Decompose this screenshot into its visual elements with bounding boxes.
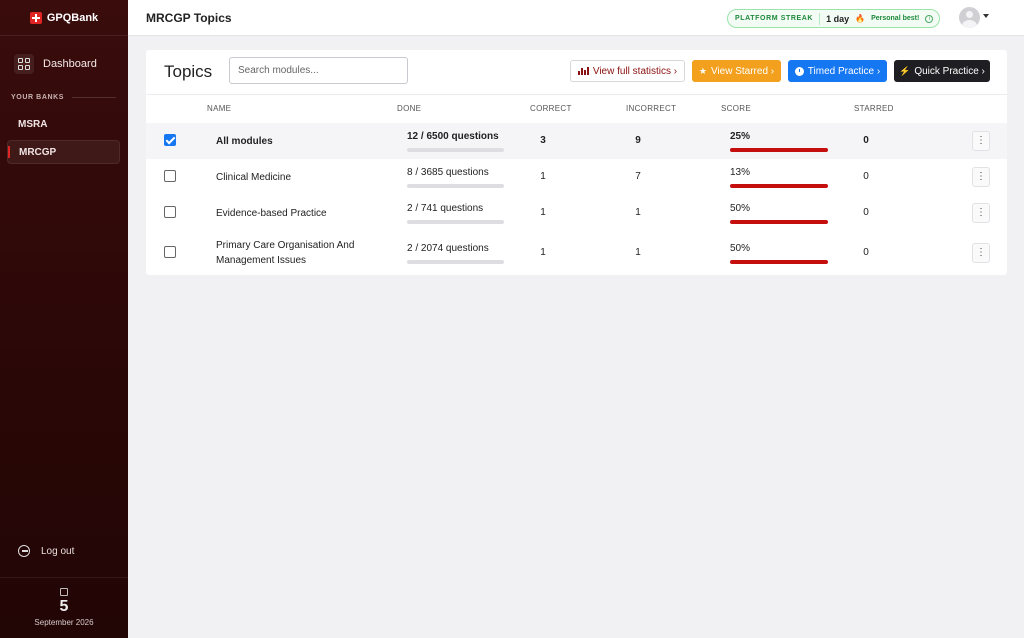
kebab-icon[interactable]: ⋮: [972, 243, 990, 263]
date-day: 5: [59, 598, 69, 615]
row-starred: 0: [863, 247, 869, 258]
row-incorrect: 1: [635, 247, 641, 258]
timed-practice-button[interactable]: Timed Practice ›: [788, 60, 887, 82]
kebab-icon[interactable]: ⋮: [972, 203, 990, 223]
column-header-correct[interactable]: CORRECT: [530, 104, 572, 113]
row-score: 50%: [730, 203, 751, 214]
row-name[interactable]: Evidence-based Practice: [216, 206, 371, 221]
column-header-name[interactable]: NAME: [207, 104, 231, 113]
star-icon: ★: [698, 65, 707, 76]
row-correct: 1: [540, 207, 546, 218]
brand[interactable]: GPQBank: [0, 0, 128, 36]
score-bar: [730, 260, 828, 264]
row-name[interactable]: Primary Care Organisation And Management…: [216, 238, 371, 268]
logout-icon: [18, 545, 30, 557]
timed-practice-label: Timed Practice ›: [807, 65, 881, 77]
topics-card: Topics View full statistics › ★ View Sta…: [146, 50, 1007, 275]
row-starred: 0: [863, 207, 869, 218]
row-score: 13%: [730, 167, 751, 178]
info-icon[interactable]: i: [925, 14, 934, 23]
logout-button[interactable]: Log out: [18, 545, 74, 557]
date-month-year: September 2026: [34, 618, 94, 627]
clock-icon: [794, 66, 804, 76]
row-starred: 0: [863, 171, 869, 182]
score-bar: [730, 148, 828, 152]
brand-logo-icon: [29, 11, 42, 24]
row-done: 8 / 3685 questions: [407, 167, 489, 178]
row-score: 50%: [730, 243, 751, 254]
sidebar-item-label: MRCGP: [19, 146, 57, 158]
row-name[interactable]: Clinical Medicine: [216, 170, 371, 185]
table-header: NAME DONE CORRECT INCORRECT SCORE STARRE…: [146, 94, 1007, 123]
topbar: MRCGP Topics PLATFORM STREAK 1 day 🔥 Per…: [128, 0, 1024, 36]
table-row[interactable]: Primary Care Organisation And Management…: [146, 231, 1007, 275]
row-score: 25%: [730, 131, 751, 142]
sidebar: GPQBank Dashboard YOUR BANKS MSRA MRCGP …: [0, 0, 128, 638]
score-bar: [730, 184, 828, 188]
row-checkbox[interactable]: [164, 170, 176, 182]
row-checkbox[interactable]: [164, 134, 176, 146]
row-starred: 0: [863, 135, 869, 146]
column-header-score[interactable]: SCORE: [721, 104, 751, 113]
table-row[interactable]: All modules 12 / 6500 questions 3 9 25% …: [146, 123, 1007, 159]
search-input[interactable]: [229, 57, 408, 84]
kebab-icon[interactable]: ⋮: [972, 131, 990, 151]
view-statistics-button[interactable]: View full statistics ›: [570, 60, 685, 82]
view-starred-label: View Starred ›: [710, 65, 775, 77]
chevron-down-icon[interactable]: [983, 14, 989, 18]
calendar-icon: [60, 588, 68, 596]
logout-label: Log out: [41, 545, 75, 557]
sidebar-item-mrcgp[interactable]: MRCGP: [7, 140, 120, 164]
row-done: 12 / 6500 questions: [407, 131, 499, 142]
avatar[interactable]: [959, 7, 980, 28]
row-correct: 3: [540, 135, 546, 146]
view-starred-button[interactable]: ★ View Starred ›: [692, 60, 781, 82]
streak-best: Personal best!: [871, 15, 920, 22]
banks-heading: YOUR BANKS: [11, 94, 116, 101]
done-progress-bar: [407, 184, 504, 188]
row-incorrect: 7: [635, 171, 641, 182]
streak-divider: [819, 12, 821, 25]
row-incorrect: 1: [635, 207, 641, 218]
date-display: 5 September 2026: [0, 577, 128, 638]
row-name[interactable]: All modules: [216, 134, 371, 149]
kebab-icon[interactable]: ⋮: [972, 167, 990, 187]
column-header-starred[interactable]: STARRED: [854, 104, 894, 113]
view-statistics-label: View full statistics ›: [592, 65, 678, 77]
row-done: 2 / 2074 questions: [407, 243, 489, 254]
brand-name: GPQBank: [46, 11, 99, 24]
streak-label: PLATFORM STREAK: [735, 15, 814, 22]
row-correct: 1: [540, 171, 546, 182]
sidebar-item-dashboard[interactable]: Dashboard: [14, 54, 97, 74]
page-title: MRCGP Topics: [146, 11, 232, 25]
sidebar-item-label: Dashboard: [43, 58, 97, 70]
topics-title: Topics: [164, 62, 213, 81]
row-incorrect: 9: [635, 135, 641, 146]
row-done: 2 / 741 questions: [407, 203, 484, 214]
streak-badge[interactable]: PLATFORM STREAK 1 day 🔥 Personal best! i: [727, 9, 941, 28]
fire-icon: 🔥: [855, 14, 866, 23]
done-progress-bar: [407, 260, 504, 264]
row-checkbox[interactable]: [164, 206, 176, 218]
row-correct: 1: [540, 247, 546, 258]
bolt-icon: ⚡: [899, 65, 911, 76]
table-row[interactable]: Clinical Medicine 8 / 3685 questions 1 7…: [146, 159, 1007, 195]
quick-practice-label: Quick Practice ›: [914, 65, 985, 77]
table-row[interactable]: Evidence-based Practice 2 / 741 question…: [146, 195, 1007, 231]
sidebar-item-label: MSRA: [18, 118, 48, 130]
done-progress-bar: [407, 148, 504, 152]
done-progress-bar: [407, 220, 504, 224]
bar-chart-icon: [577, 67, 589, 75]
sidebar-item-msra[interactable]: MSRA: [7, 112, 120, 136]
quick-practice-button[interactable]: ⚡ Quick Practice ›: [894, 60, 990, 82]
grid-icon: [14, 54, 34, 74]
row-checkbox[interactable]: [164, 246, 176, 258]
column-header-done[interactable]: DONE: [397, 104, 421, 113]
column-header-incorrect[interactable]: INCORRECT: [626, 104, 676, 113]
score-bar: [730, 220, 828, 224]
streak-days: 1 day: [826, 13, 850, 24]
